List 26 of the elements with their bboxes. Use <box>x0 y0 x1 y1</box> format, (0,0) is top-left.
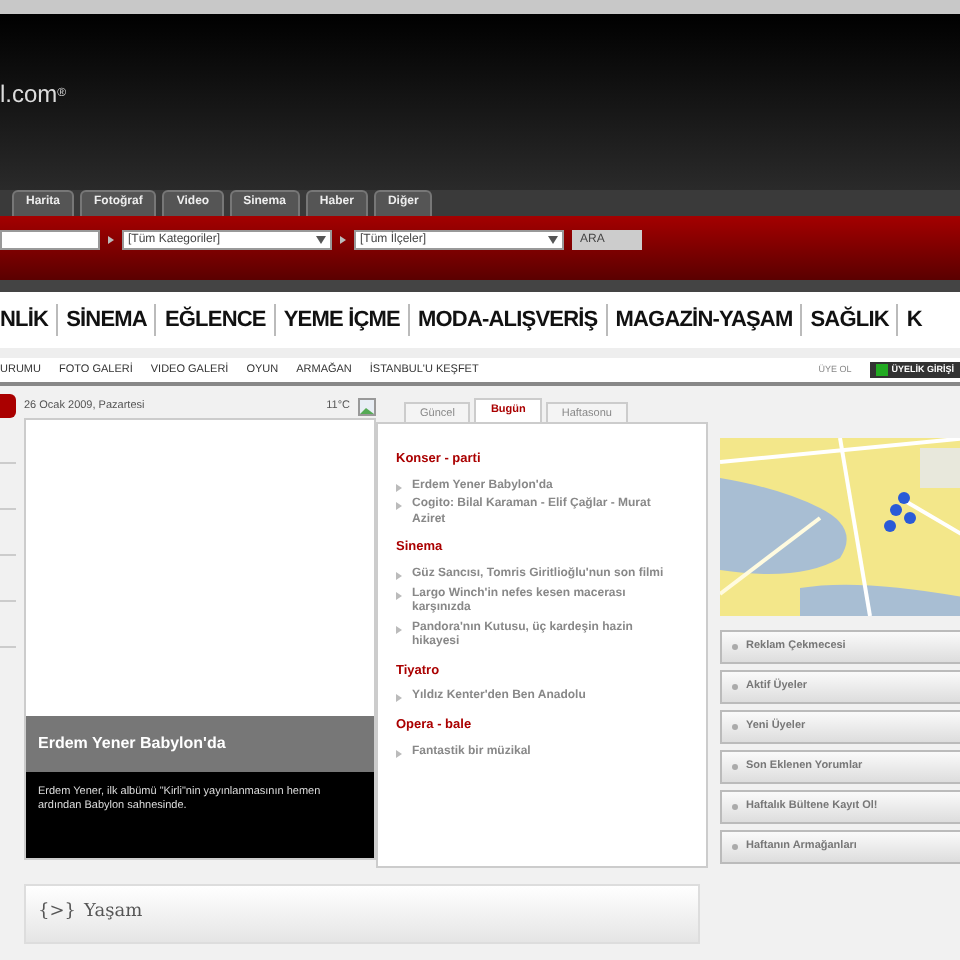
section-icon: {>} <box>38 900 76 928</box>
arrow-icon <box>340 236 346 244</box>
site-logo[interactable]: l.com$^{®}$ <box>0 76 67 112</box>
category-link[interactable]: YEME İÇME <box>273 303 408 337</box>
arrow-icon <box>108 236 114 244</box>
category-link[interactable]: MAGAZİN-YAŞAM <box>605 303 801 337</box>
side-tab[interactable] <box>0 394 16 418</box>
feature-title[interactable]: Erdem Yener Babylon'da <box>26 716 374 772</box>
arrow-icon <box>396 483 402 492</box>
category-link[interactable]: MODA-ALIŞVERİŞ <box>407 303 606 337</box>
category-link[interactable]: EĞLENCE <box>154 303 274 337</box>
category-link[interactable]: K <box>896 303 930 337</box>
search-field[interactable] <box>0 230 100 250</box>
caret-icon <box>316 236 326 244</box>
arrow-icon <box>396 572 402 580</box>
section-title: Yaşam <box>84 900 143 927</box>
weather-icon <box>358 398 376 416</box>
category-link[interactable]: SAĞLIK <box>800 303 897 337</box>
arrow-icon <box>396 502 402 511</box>
arrow-icon <box>396 749 402 757</box>
caret-icon <box>548 236 558 244</box>
arrow-icon <box>396 694 402 703</box>
arrow-icon <box>396 591 402 599</box>
arrow-icon <box>396 625 402 633</box>
category-link[interactable]: NLİK <box>0 303 57 337</box>
category-link[interactable]: SİNEMA <box>56 303 155 337</box>
